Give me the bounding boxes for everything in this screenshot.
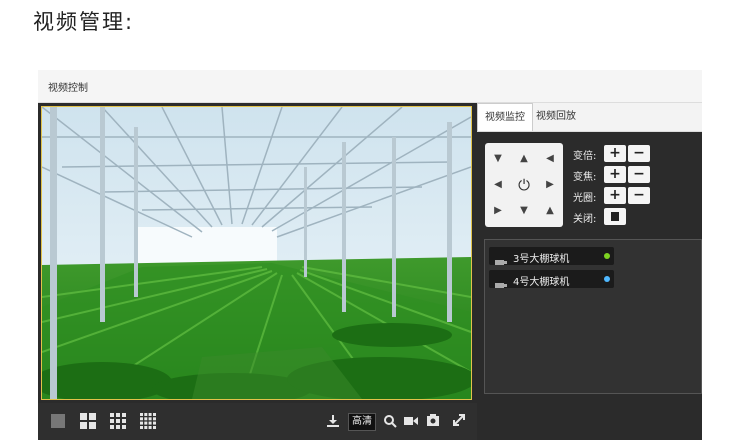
iris-label: 光圈: bbox=[573, 193, 597, 204]
video-frame-image bbox=[42, 107, 471, 399]
tab-video-monitor[interactable]: 视频监控 bbox=[477, 103, 533, 131]
ptz-down-right-icon[interactable]: ▲ bbox=[540, 201, 560, 221]
download-icon[interactable] bbox=[326, 414, 340, 428]
list-item-camera-3[interactable]: 3号大棚球机 bbox=[489, 247, 614, 265]
ptz-left-icon[interactable]: ◀ bbox=[488, 175, 508, 195]
camera-label: 4号大棚球机 bbox=[513, 277, 570, 288]
search-icon[interactable] bbox=[383, 414, 397, 428]
stop-icon bbox=[611, 212, 619, 221]
quality-hd-button[interactable]: 高清 bbox=[348, 413, 376, 431]
close-label: 关闭: bbox=[573, 214, 597, 225]
layout-3x3-icon[interactable] bbox=[110, 413, 126, 429]
list-item-camera-4[interactable]: 4号大棚球机 bbox=[489, 270, 614, 288]
fullscreen-icon[interactable] bbox=[452, 413, 466, 427]
panel-title: 视频控制 bbox=[48, 83, 88, 94]
tab-bar: 视频监控 视频回放 bbox=[477, 103, 702, 132]
camera-list: 3号大棚球机 4号大棚球机 bbox=[484, 239, 702, 394]
video-toolbar: 高清 bbox=[38, 403, 477, 440]
snapshot-camera-icon[interactable] bbox=[426, 413, 440, 427]
iris-open-button[interactable]: + bbox=[604, 187, 626, 204]
camera-label: 3号大棚球机 bbox=[513, 254, 570, 265]
zoom-out-button[interactable]: − bbox=[628, 145, 650, 162]
video-control-panel: 视频控制 高清 视频监控 视频回放 ▼ ▲ ◀ ◀ ⏻ ▶ ▶ ▼ ▲ 变倍: … bbox=[38, 70, 702, 440]
panel-header: 视频控制 bbox=[38, 70, 702, 103]
ptz-reset-icon[interactable]: ⏻ bbox=[514, 175, 534, 195]
status-dot bbox=[604, 253, 610, 259]
focus-label: 变焦: bbox=[573, 172, 597, 183]
iris-close-button[interactable]: − bbox=[628, 187, 650, 204]
zoom-label: 变倍: bbox=[573, 151, 597, 162]
ptz-down-icon[interactable]: ▼ bbox=[514, 201, 534, 221]
camera-icon bbox=[495, 252, 507, 271]
record-video-icon[interactable] bbox=[404, 415, 418, 427]
layout-1x1-icon[interactable] bbox=[50, 413, 66, 429]
zoom-in-button[interactable]: + bbox=[604, 145, 626, 162]
focus-out-button[interactable]: − bbox=[628, 166, 650, 183]
layout-4x4-icon[interactable] bbox=[140, 413, 156, 429]
ptz-right-icon[interactable]: ▶ bbox=[540, 175, 560, 195]
ptz-direction-pad: ▼ ▲ ◀ ◀ ⏻ ▶ ▶ ▼ ▲ bbox=[485, 143, 563, 227]
camera-icon bbox=[495, 275, 507, 294]
status-dot bbox=[604, 276, 610, 282]
ptz-down-left-icon[interactable]: ▶ bbox=[488, 201, 508, 221]
video-viewport[interactable] bbox=[41, 106, 472, 400]
ptz-up-left-icon[interactable]: ▼ bbox=[488, 149, 508, 169]
ptz-up-icon[interactable]: ▲ bbox=[514, 149, 534, 169]
tab-video-playback[interactable]: 视频回放 bbox=[529, 103, 583, 131]
right-control-panel: 视频监控 视频回放 ▼ ▲ ◀ ◀ ⏻ ▶ ▶ ▼ ▲ 变倍: + − 变焦: … bbox=[477, 103, 702, 440]
layout-2x2-icon[interactable] bbox=[80, 413, 96, 429]
doc-heading: 视频管理: bbox=[33, 10, 135, 34]
stop-button[interactable] bbox=[604, 208, 626, 225]
focus-in-button[interactable]: + bbox=[604, 166, 626, 183]
ptz-up-right-icon[interactable]: ◀ bbox=[540, 149, 560, 169]
